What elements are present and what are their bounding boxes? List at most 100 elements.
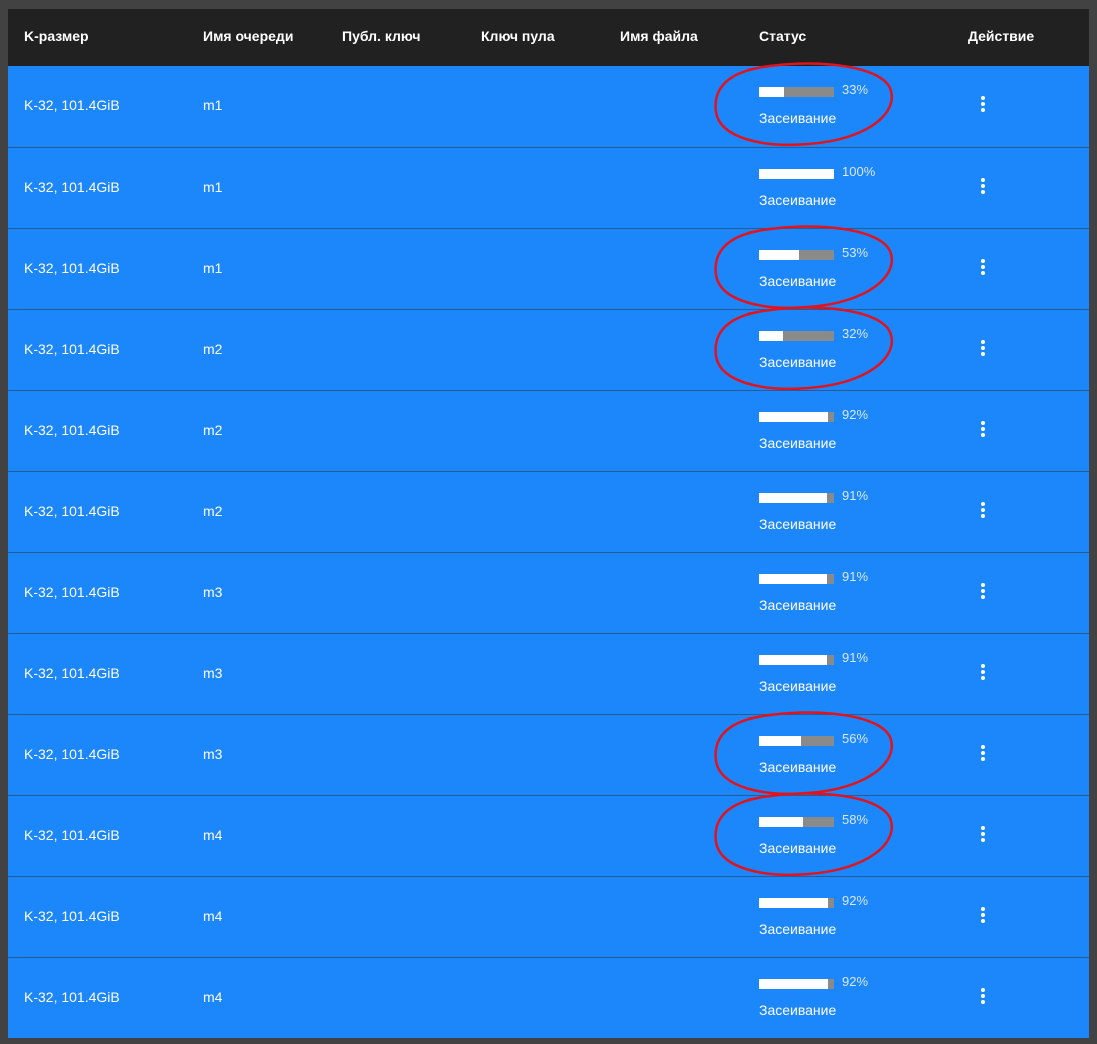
queue-cell: m2 — [203, 503, 223, 519]
ksize-cell: K-32, 101.4GiB — [24, 422, 120, 438]
queue-cell: m4 — [203, 908, 223, 924]
ksize-cell: K-32, 101.4GiB — [24, 908, 120, 924]
ksize-cell: K-32, 101.4GiB — [24, 746, 120, 762]
table-row[interactable]: K-32, 101.4GiB m2 32% Засеивание — [8, 306, 1089, 391]
header-pubkey[interactable]: Публ. ключ — [342, 28, 420, 44]
ksize-cell: K-32, 101.4GiB — [24, 827, 120, 843]
status-label: Засеивание — [759, 192, 837, 208]
more-vertical-icon[interactable] — [976, 502, 990, 522]
progress-fill — [759, 817, 803, 827]
progress-fill — [759, 736, 801, 746]
progress-bar — [759, 87, 834, 97]
ksize-cell: K-32, 101.4GiB — [24, 989, 120, 1005]
table-row[interactable]: K-32, 101.4GiB m4 92% Засеивание — [8, 876, 1089, 957]
annotation-circle — [714, 306, 893, 391]
table-row[interactable]: K-32, 101.4GiB m4 92% Засеивание — [8, 957, 1089, 1038]
progress-percent: 91% — [842, 569, 869, 584]
progress-percent: 91% — [842, 488, 869, 503]
progress-fill — [759, 250, 799, 260]
header-queue[interactable]: Имя очереди — [203, 28, 293, 44]
progress-bar — [759, 979, 834, 989]
more-vertical-icon[interactable] — [976, 340, 990, 360]
progress-percent: 92% — [842, 893, 869, 908]
ksize-cell: K-32, 101.4GiB — [24, 503, 120, 519]
status-label: Засеивание — [759, 273, 837, 289]
table-row[interactable]: K-32, 101.4GiB m4 58% Засеивание — [8, 792, 1089, 877]
more-vertical-icon[interactable] — [976, 988, 990, 1008]
table-row[interactable]: K-32, 101.4GiB m1 33% Засеивание — [8, 62, 1089, 147]
table-row[interactable]: K-32, 101.4GiB m1 53% Засеивание — [8, 225, 1089, 310]
ksize-cell: K-32, 101.4GiB — [24, 260, 120, 276]
progress-percent: 56% — [842, 731, 869, 746]
status-label: Засеивание — [759, 921, 837, 937]
progress-fill — [759, 87, 784, 97]
more-vertical-icon[interactable] — [976, 826, 990, 846]
more-vertical-icon[interactable] — [976, 583, 990, 603]
queue-cell: m4 — [203, 827, 223, 843]
table-row[interactable]: K-32, 101.4GiB m2 91% Засеивание — [8, 471, 1089, 552]
progress-percent: 53% — [842, 245, 869, 260]
progress-percent: 33% — [842, 82, 869, 97]
more-vertical-icon[interactable] — [976, 259, 990, 279]
more-vertical-icon[interactable] — [976, 178, 990, 198]
queue-cell: m1 — [203, 260, 223, 276]
table-row[interactable]: K-32, 101.4GiB m3 56% Засеивание — [8, 711, 1089, 796]
more-vertical-icon[interactable] — [976, 745, 990, 765]
status-label: Засеивание — [759, 678, 837, 694]
progress-fill — [759, 655, 828, 665]
queue-cell: m3 — [203, 584, 223, 600]
status-label: Засеивание — [759, 840, 837, 856]
status-label: Засеивание — [759, 354, 837, 370]
table-row[interactable]: K-32, 101.4GiB m3 91% Засеивание — [8, 552, 1089, 633]
annotation-circle — [714, 711, 893, 796]
status-label: Засеивание — [759, 1002, 837, 1018]
ksize-cell: K-32, 101.4GiB — [24, 341, 120, 357]
queue-cell: m1 — [203, 179, 223, 195]
header-filename[interactable]: Имя файла — [620, 28, 698, 44]
more-vertical-icon[interactable] — [976, 421, 990, 441]
queue-cell: m4 — [203, 989, 223, 1005]
status-label: Засеивание — [759, 516, 837, 532]
status-label: Засеивание — [759, 435, 837, 451]
ksize-cell: K-32, 101.4GiB — [24, 97, 120, 113]
progress-percent: 92% — [842, 974, 869, 989]
progress-fill — [759, 331, 783, 341]
more-vertical-icon[interactable] — [976, 96, 990, 116]
queue-cell: m3 — [203, 746, 223, 762]
table-row[interactable]: K-32, 101.4GiB m2 92% Засеивание — [8, 390, 1089, 471]
progress-bar — [759, 331, 834, 341]
progress-bar — [759, 169, 834, 179]
progress-bar — [759, 736, 834, 746]
progress-bar — [759, 574, 834, 584]
plots-table: K-размер Имя очереди Публ. ключ Ключ пул… — [8, 9, 1089, 1038]
progress-fill — [759, 574, 828, 584]
progress-bar — [759, 412, 834, 422]
more-vertical-icon[interactable] — [976, 907, 990, 927]
progress-bar — [759, 493, 834, 503]
annotation-circle — [714, 792, 893, 877]
progress-percent: 92% — [842, 407, 869, 422]
progress-fill — [759, 898, 828, 908]
table-row[interactable]: K-32, 101.4GiB m3 91% Засеивание — [8, 633, 1089, 714]
ksize-cell: K-32, 101.4GiB — [24, 584, 120, 600]
table-header: K-размер Имя очереди Публ. ключ Ключ пул… — [8, 9, 1089, 65]
queue-cell: m2 — [203, 341, 223, 357]
progress-bar — [759, 898, 834, 908]
progress-bar — [759, 250, 834, 260]
progress-fill — [759, 979, 828, 989]
status-label: Засеивание — [759, 597, 837, 613]
annotation-circle — [714, 62, 893, 147]
queue-cell: m2 — [203, 422, 223, 438]
progress-percent: 100% — [842, 164, 876, 179]
header-status[interactable]: Статус — [759, 28, 806, 44]
header-poolkey[interactable]: Ключ пула — [481, 28, 555, 44]
progress-fill — [759, 493, 828, 503]
progress-percent: 58% — [842, 812, 869, 827]
more-vertical-icon[interactable] — [976, 664, 990, 684]
header-ksize[interactable]: K-размер — [24, 28, 89, 44]
progress-fill — [759, 412, 828, 422]
progress-bar — [759, 817, 834, 827]
ksize-cell: K-32, 101.4GiB — [24, 665, 120, 681]
table-row[interactable]: K-32, 101.4GiB m1 100% Засеивание — [8, 147, 1089, 228]
queue-cell: m1 — [203, 97, 223, 113]
